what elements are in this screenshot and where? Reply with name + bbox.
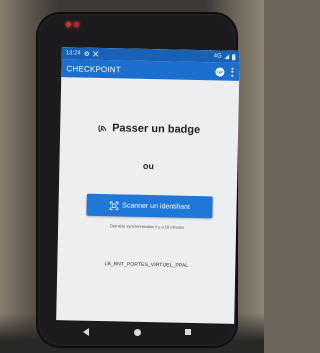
status-time: 13:24 xyxy=(65,50,81,57)
checkpoint-id: LB_BNT_PORTES_VIRTUEL_PPAL xyxy=(104,261,189,269)
separator-text: ou xyxy=(142,160,155,172)
notification-led-secondary xyxy=(74,22,79,27)
gear-icon xyxy=(84,51,90,56)
device-screen: 13:24 4G CHECKPOINT GP Passer un badge o… xyxy=(56,47,240,324)
qr-scan-icon xyxy=(109,200,119,210)
last-sync-text: Dernière synchronisation il y a 18 minut… xyxy=(109,223,185,230)
scan-button-label: Scanner un identifiant xyxy=(122,201,190,211)
avatar[interactable]: GP xyxy=(215,66,225,77)
badge-prompt: Passer un badge xyxy=(60,121,238,137)
nfc-icon xyxy=(98,124,107,132)
more-vert-icon[interactable] xyxy=(230,67,234,77)
app-title: CHECKPOINT xyxy=(66,63,121,74)
signal-icon xyxy=(224,54,230,60)
scan-identifier-button[interactable]: Scanner un identifiant xyxy=(86,193,213,219)
avatar-initials: GP xyxy=(216,68,223,75)
battery-icon xyxy=(231,53,236,60)
badge-title: Passer un badge xyxy=(112,122,201,137)
system-nav-bar xyxy=(38,318,236,346)
network-type: 4G xyxy=(213,53,222,60)
recents-icon[interactable] xyxy=(185,329,192,335)
back-icon[interactable] xyxy=(82,328,89,336)
notification-led xyxy=(66,22,71,27)
tools-icon xyxy=(92,51,99,57)
home-icon[interactable] xyxy=(133,328,141,336)
main-content: Passer un badge ou Scanner un identifian… xyxy=(57,77,240,306)
